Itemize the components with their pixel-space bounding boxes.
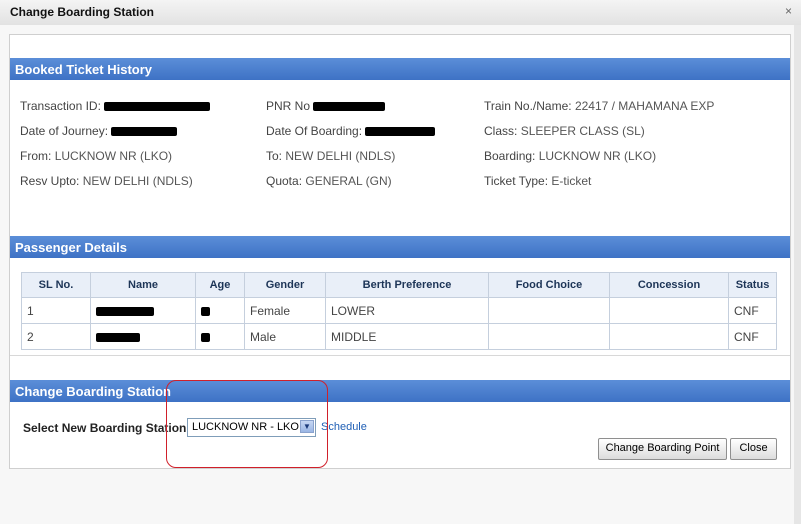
passenger-details-title: Passenger Details bbox=[15, 240, 128, 255]
change-boarding-station-title: Change Boarding Station bbox=[15, 384, 171, 399]
close-button[interactable]: Close bbox=[730, 438, 777, 460]
redacted-pnr bbox=[313, 102, 386, 112]
booked-ticket-history-header: Booked Ticket History bbox=[10, 58, 790, 80]
passenger-age bbox=[195, 323, 245, 350]
change-boarding-point-button[interactable]: Change Boarding Point bbox=[598, 438, 727, 460]
passenger-sl: 2 bbox=[21, 323, 91, 350]
column-berth-preference: Berth Preference bbox=[325, 272, 489, 298]
column-sl-no: SL No. bbox=[21, 272, 91, 298]
passenger-berth: MIDDLE bbox=[325, 323, 489, 350]
highlight-annotation bbox=[166, 380, 328, 468]
passenger-name bbox=[90, 323, 196, 350]
passenger-age bbox=[195, 297, 245, 324]
boarding-station: Boarding: LUCKNOW NR (LKO) bbox=[484, 149, 657, 163]
pnr-number: PNR No bbox=[266, 99, 386, 113]
to-station: To: NEW DELHI (NDLS) bbox=[266, 149, 396, 163]
passenger-concession bbox=[609, 323, 729, 350]
column-food-choice: Food Choice bbox=[488, 272, 610, 298]
passenger-status: CNF bbox=[728, 297, 777, 324]
passenger-gender: Male bbox=[244, 323, 326, 350]
change-boarding-station-header: Change Boarding Station bbox=[10, 380, 790, 402]
booked-ticket-history-title: Booked Ticket History bbox=[15, 62, 153, 77]
passenger-food bbox=[488, 297, 610, 324]
redacted-name bbox=[96, 306, 154, 316]
date-of-journey: Date of Journey: bbox=[20, 124, 178, 138]
from-station: From: LUCKNOW NR (LKO) bbox=[20, 149, 173, 163]
passenger-gender: Female bbox=[244, 297, 326, 324]
table-row: 2 Male MIDDLE CNF bbox=[21, 323, 777, 350]
passenger-table-header: SL No. Name Age Gender Berth Preference … bbox=[21, 272, 777, 298]
passenger-food bbox=[488, 323, 610, 350]
column-concession: Concession bbox=[609, 272, 729, 298]
travel-class: Class: SLEEPER CLASS (SL) bbox=[484, 124, 645, 138]
redacted-transaction-id bbox=[104, 102, 211, 112]
table-row: 1 Female LOWER CNF bbox=[21, 297, 777, 324]
column-name: Name bbox=[90, 272, 196, 298]
quota: Quota: GENERAL (GN) bbox=[266, 174, 392, 188]
passenger-concession bbox=[609, 297, 729, 324]
redacted-age bbox=[201, 332, 210, 342]
date-of-boarding: Date Of Boarding: bbox=[266, 124, 436, 138]
window-titlebar: Change Boarding Station × bbox=[0, 0, 801, 26]
window-title: Change Boarding Station bbox=[10, 5, 154, 19]
passenger-details-header: Passenger Details bbox=[10, 236, 790, 258]
reservation-upto: Resv Upto: NEW DELHI (NDLS) bbox=[20, 174, 193, 188]
passenger-sl: 1 bbox=[21, 297, 91, 324]
column-age: Age bbox=[195, 272, 245, 298]
scrollbar-track[interactable] bbox=[794, 25, 801, 524]
passenger-name bbox=[90, 297, 196, 324]
column-gender: Gender bbox=[244, 272, 326, 298]
redacted-date-of-journey bbox=[111, 127, 178, 137]
redacted-age bbox=[201, 306, 210, 316]
section-divider bbox=[10, 355, 790, 356]
redacted-date-of-boarding bbox=[365, 127, 436, 137]
passenger-table: SL No. Name Age Gender Berth Preference … bbox=[21, 272, 777, 350]
passenger-status: CNF bbox=[728, 323, 777, 350]
passenger-berth: LOWER bbox=[325, 297, 489, 324]
redacted-name bbox=[96, 332, 140, 342]
train-info: Train No./Name: 22417 / MAHAMANA EXP bbox=[484, 99, 715, 113]
column-status: Status bbox=[728, 272, 777, 298]
transaction-id: Transaction ID: bbox=[20, 99, 211, 113]
ticket-type: Ticket Type: E-ticket bbox=[484, 174, 592, 188]
close-icon[interactable]: × bbox=[785, 4, 792, 18]
